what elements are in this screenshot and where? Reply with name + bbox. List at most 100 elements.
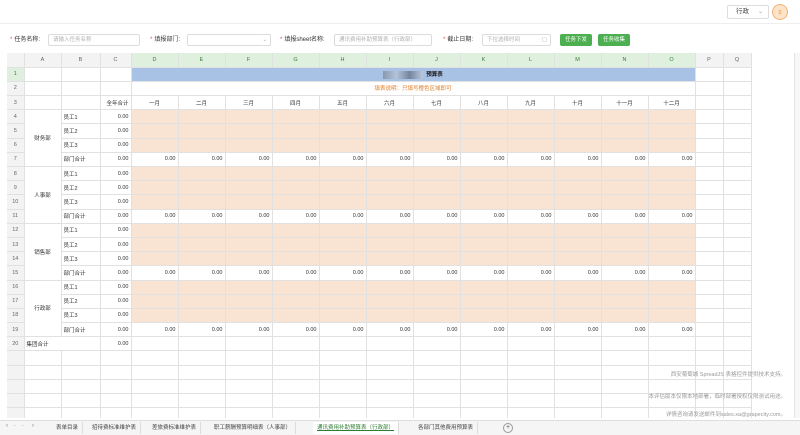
month-header[interactable]: 二月 [178, 95, 226, 111]
corner-cell[interactable] [7, 53, 25, 68]
row-header-16[interactable]: 16 [7, 280, 25, 295]
dept-total-cell[interactable]: 0.00 [554, 209, 602, 224]
input-cell[interactable] [130, 166, 179, 182]
empty-cell[interactable] [723, 280, 752, 295]
input-cell[interactable] [554, 251, 602, 267]
employee-label[interactable]: 员工1 [61, 280, 101, 295]
input-cell[interactable] [319, 237, 367, 253]
dept-total-cell[interactable]: 0.00 [413, 265, 461, 281]
empty-cell[interactable] [695, 81, 724, 97]
empty-cell[interactable] [554, 350, 602, 366]
input-cell[interactable] [319, 308, 367, 324]
input-cell[interactable] [178, 180, 226, 196]
empty-cell[interactable] [366, 336, 414, 352]
department-label[interactable]: 财务部 [24, 109, 62, 167]
empty-cell[interactable] [723, 251, 752, 267]
input-cell[interactable] [319, 251, 367, 267]
empty-cell[interactable] [695, 223, 724, 238]
dept-total-cell[interactable]: 0.00 [460, 152, 508, 168]
input-cell[interactable] [554, 294, 602, 309]
empty-cell[interactable] [601, 365, 649, 380]
employee-label[interactable]: 员工1 [61, 223, 101, 238]
empty-cell[interactable] [272, 393, 320, 409]
column-header-G[interactable]: G [272, 53, 320, 68]
sheet-tab[interactable]: 差旅费标准维护表 [148, 422, 202, 434]
empty-cell[interactable] [723, 308, 752, 324]
input-cell[interactable] [507, 237, 555, 253]
empty-cell[interactable] [723, 350, 752, 366]
column-header-K[interactable]: K [460, 53, 508, 68]
dept-select-input[interactable]: ⌄ [187, 34, 271, 46]
input-cell[interactable] [413, 308, 461, 324]
empty-cell[interactable] [723, 180, 752, 196]
empty-cell[interactable] [723, 166, 752, 182]
avatar[interactable]: ♀ [772, 4, 788, 20]
employee-label[interactable]: 员工2 [61, 294, 101, 309]
input-cell[interactable] [460, 194, 508, 210]
empty-cell[interactable] [723, 67, 752, 82]
column-header-M[interactable]: M [554, 53, 602, 68]
input-cell[interactable] [130, 237, 179, 253]
input-cell[interactable] [507, 166, 555, 182]
column-header-C[interactable]: C [100, 53, 132, 68]
sheet-tab[interactable]: 通讯费用补助预算表（行政部） [313, 422, 400, 434]
annual-total-cell[interactable]: 0.00 [100, 223, 132, 238]
month-header[interactable]: 四月 [272, 95, 320, 111]
empty-cell[interactable] [723, 322, 752, 338]
input-cell[interactable] [460, 237, 508, 253]
dept-total-cell[interactable]: 0.00 [507, 152, 555, 168]
input-cell[interactable] [554, 223, 602, 238]
input-cell[interactable] [648, 138, 696, 153]
month-header[interactable]: 三月 [225, 95, 273, 111]
dept-total-cell[interactable]: 0.00 [601, 152, 649, 168]
input-cell[interactable] [178, 251, 226, 267]
empty-cell[interactable] [24, 95, 62, 111]
collect-task-button[interactable]: 任务收集 [598, 34, 630, 46]
input-cell[interactable] [272, 294, 320, 309]
tab-prev-icon[interactable]: ‹ [6, 423, 8, 429]
row-header-empty[interactable] [7, 407, 25, 418]
input-cell[interactable] [225, 251, 273, 267]
input-cell[interactable] [460, 166, 508, 182]
empty-cell[interactable] [319, 365, 367, 380]
empty-cell[interactable] [272, 365, 320, 380]
input-cell[interactable] [460, 308, 508, 324]
sheet-tab[interactable]: 职工薪酬预算明细表（人事部） [210, 422, 297, 434]
input-cell[interactable] [130, 294, 179, 309]
empty-cell[interactable] [695, 237, 724, 253]
empty-cell[interactable] [366, 407, 414, 418]
dept-total-cell[interactable]: 0.00 [648, 209, 696, 224]
fill-instruction[interactable]: 填表说明：只填写橙色区域即可 [131, 81, 696, 97]
dept-total-cell[interactable]: 0.00 [130, 152, 179, 168]
empty-cell[interactable] [554, 365, 602, 380]
dept-total-cell[interactable]: 0.00 [225, 322, 273, 338]
month-header[interactable]: 八月 [460, 95, 508, 111]
input-cell[interactable] [601, 109, 649, 125]
column-header-Q[interactable]: Q [723, 53, 752, 68]
tab-last-icon[interactable]: · [22, 423, 24, 429]
empty-cell[interactable] [695, 138, 724, 153]
annual-total-cell[interactable]: 0.00 [100, 166, 132, 182]
dept-total-cell[interactable]: 0.00 [178, 209, 226, 224]
empty-cell[interactable] [100, 67, 132, 82]
empty-cell[interactable] [225, 407, 273, 418]
input-cell[interactable] [130, 308, 179, 324]
empty-cell[interactable] [319, 379, 367, 395]
empty-cell[interactable] [723, 336, 752, 352]
annual-total-header[interactable]: 全年合计 [100, 95, 132, 111]
empty-cell[interactable] [24, 365, 62, 380]
dept-total-cell[interactable]: 0.00 [272, 152, 320, 168]
empty-cell[interactable] [507, 336, 555, 352]
input-cell[interactable] [178, 138, 226, 153]
dept-total-cell[interactable]: 0.00 [225, 209, 273, 224]
input-cell[interactable] [225, 280, 273, 295]
row-header-18[interactable]: 18 [7, 308, 25, 324]
row-header-10[interactable]: 10 [7, 194, 25, 210]
input-cell[interactable] [319, 280, 367, 295]
input-cell[interactable] [460, 123, 508, 139]
dept-total-cell[interactable]: 0.00 [130, 209, 179, 224]
input-cell[interactable] [130, 123, 179, 139]
input-cell[interactable] [178, 223, 226, 238]
input-cell[interactable] [460, 223, 508, 238]
dept-total-label[interactable]: 部门合计 [61, 265, 101, 281]
